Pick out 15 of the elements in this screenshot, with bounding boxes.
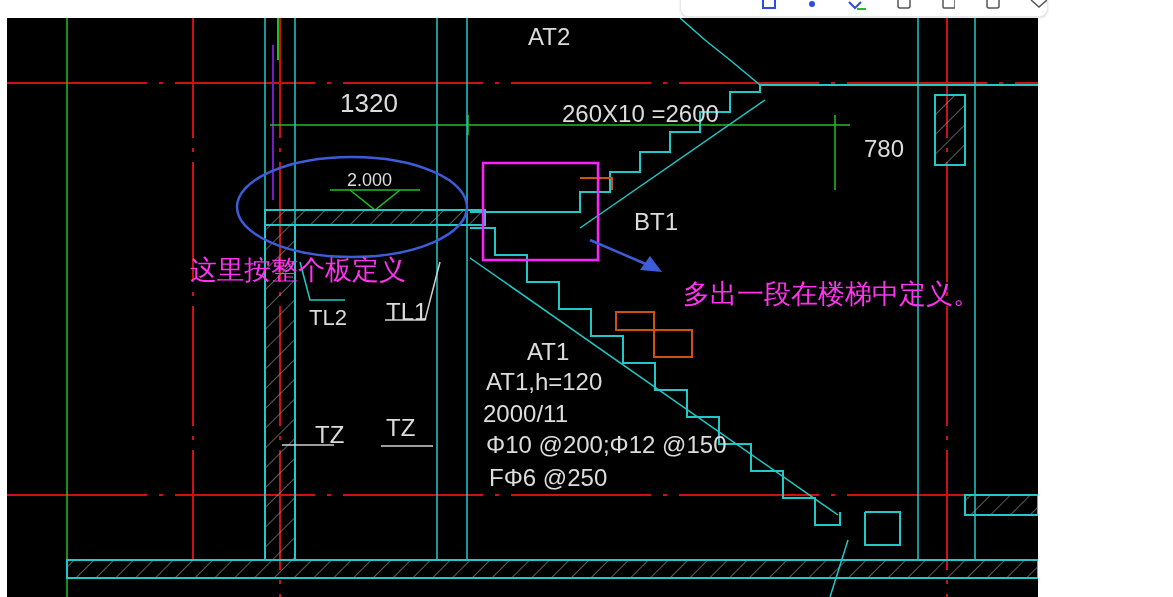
drawing-label: AT2 xyxy=(528,23,571,50)
drawing-label: 2.000 xyxy=(347,170,393,190)
drawing-label: BT1 xyxy=(634,208,678,235)
drawing-label: TL2 xyxy=(309,305,347,330)
drawing-label: 1320 xyxy=(340,88,398,118)
drawing-label: Φ10 @200;Φ12 @150 xyxy=(486,431,727,458)
drawing-label: 780 xyxy=(864,135,905,162)
drawing-label: AT1 xyxy=(527,338,570,365)
drawing-label: AT1,h=120 xyxy=(486,368,603,395)
drawing-label: TZ xyxy=(315,421,345,448)
drawing-label: 2000/11 xyxy=(483,400,568,427)
drawing-label: FΦ6 @250 xyxy=(489,464,608,491)
drawing-label: 260X10 =2600 xyxy=(562,100,719,127)
drawing-label: TL1 xyxy=(386,298,428,325)
drawing-label: TZ xyxy=(386,414,416,441)
